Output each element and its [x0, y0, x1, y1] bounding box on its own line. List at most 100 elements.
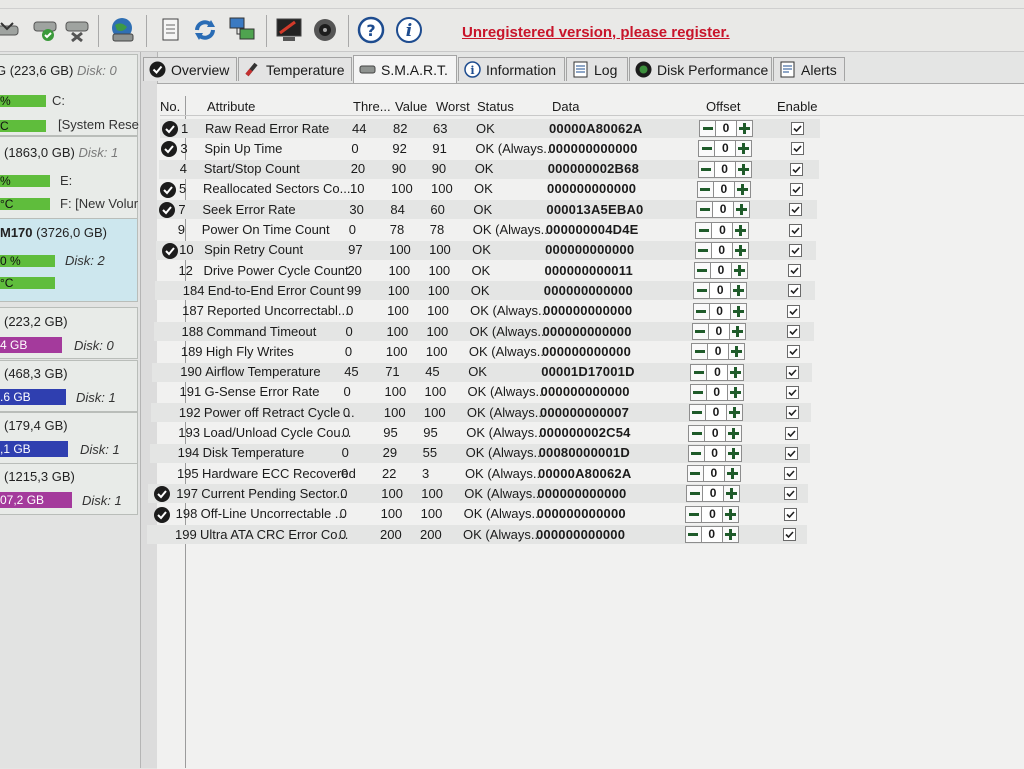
decrement-button[interactable] [698, 140, 716, 158]
enable-checkbox[interactable] [788, 264, 802, 278]
increment-button[interactable] [723, 485, 741, 503]
enable-checkbox[interactable] [790, 142, 804, 156]
decrement-button[interactable] [693, 262, 711, 280]
enable-checkbox[interactable] [785, 385, 799, 399]
offset-stepper[interactable]: 0 [691, 343, 746, 361]
info-icon[interactable]: i [394, 15, 424, 45]
offset-stepper[interactable]: 0 [686, 485, 741, 503]
enable-checkbox[interactable] [784, 446, 798, 460]
increment-button[interactable] [725, 424, 743, 442]
enable-checkbox[interactable] [789, 223, 803, 237]
tab-log[interactable]: Log [566, 57, 628, 81]
decrement-button[interactable] [697, 160, 715, 178]
partition-entry[interactable]: (223,2 GB) 4 GB Disk: 0 [0, 307, 138, 359]
increment-button[interactable] [726, 383, 744, 401]
tab-smart[interactable]: S.M.A.R.T. [353, 55, 457, 83]
increment-button[interactable] [734, 160, 752, 178]
increment-button[interactable] [723, 465, 741, 483]
offset-stepper[interactable]: 0 [693, 262, 748, 280]
enable-checkbox[interactable] [786, 365, 800, 379]
enable-checkbox[interactable] [787, 325, 801, 338]
increment-button[interactable] [735, 140, 753, 158]
decrement-button[interactable] [686, 465, 704, 483]
partition-entry[interactable]: (468,3 GB) .6 GB Disk: 1 [0, 360, 138, 412]
offset-stepper[interactable]: 0 [699, 120, 753, 137]
increment-button[interactable] [728, 323, 746, 340]
offset-stepper[interactable]: 0 [695, 221, 750, 239]
enable-checkbox[interactable] [786, 345, 800, 359]
refresh-icon[interactable] [190, 15, 220, 45]
decrement-button[interactable] [695, 221, 713, 239]
enable-checkbox[interactable] [785, 426, 799, 440]
tab-alerts[interactable]: Alerts [773, 57, 845, 81]
increment-button[interactable] [730, 262, 748, 280]
increment-button[interactable] [730, 282, 748, 300]
enable-checkbox[interactable] [784, 467, 798, 481]
tab-disk-performance[interactable]: Disk Performance [629, 57, 772, 81]
decrement-button[interactable] [684, 526, 702, 543]
enable-checkbox[interactable] [787, 304, 801, 318]
document-icon[interactable] [156, 15, 186, 45]
offset-stepper[interactable]: 0 [696, 180, 751, 198]
decrement-button[interactable] [689, 383, 707, 401]
decrement-button[interactable] [693, 282, 711, 300]
decrement-button[interactable] [687, 444, 705, 462]
col-status[interactable]: Status [477, 99, 514, 114]
col-no[interactable]: No. [160, 99, 180, 114]
monitor-icon[interactable] [274, 15, 304, 45]
register-link[interactable]: Unregistered version, please register. [462, 24, 730, 41]
decrement-button[interactable] [692, 302, 710, 320]
col-worst[interactable]: Worst [436, 99, 470, 114]
speaker-icon[interactable] [310, 15, 340, 45]
offset-stepper[interactable]: 0 [693, 282, 748, 300]
increment-button[interactable] [736, 120, 753, 137]
increment-button[interactable] [729, 302, 747, 320]
enable-checkbox[interactable] [789, 182, 803, 196]
decrement-button[interactable] [685, 505, 703, 523]
globe-disk-icon[interactable] [108, 15, 138, 45]
offset-stepper[interactable]: 0 [697, 160, 752, 178]
disk-entry-2[interactable]: M170 (3726,0 GB) 0 % Disk: 2 °C [0, 218, 138, 302]
enable-checkbox[interactable] [785, 406, 799, 420]
tab-information[interactable]: i Information [458, 57, 565, 81]
decrement-button[interactable] [686, 485, 704, 503]
partition-entry[interactable]: (1215,3 GB) 07,2 GB Disk: 1 [0, 463, 138, 515]
decrement-button[interactable] [699, 120, 716, 137]
increment-button[interactable] [733, 180, 751, 198]
increment-button[interactable] [731, 241, 749, 259]
offset-stepper[interactable]: 0 [686, 465, 741, 483]
increment-button[interactable] [721, 526, 739, 543]
increment-button[interactable] [732, 221, 750, 239]
increment-button[interactable] [722, 505, 740, 523]
offset-stepper[interactable]: 0 [694, 241, 749, 259]
disk-ok-icon[interactable] [30, 15, 60, 45]
decrement-button[interactable] [688, 404, 706, 422]
enable-checkbox[interactable] [789, 203, 803, 217]
enable-checkbox[interactable] [783, 507, 797, 521]
disk-tools-icon[interactable] [62, 15, 92, 45]
offset-stepper[interactable]: 0 [692, 302, 747, 320]
increment-button[interactable] [728, 343, 746, 361]
help-icon[interactable]: ? [356, 15, 386, 45]
offset-stepper[interactable]: 0 [698, 140, 753, 158]
tab-overview[interactable]: Overview [143, 57, 237, 81]
disk-entry-0[interactable]: G (223,6 GB) Disk: 0 % C: C [System Rese [0, 54, 139, 136]
offset-stepper[interactable]: 0 [689, 383, 744, 401]
decrement-button[interactable] [694, 241, 712, 259]
enable-checkbox[interactable] [787, 284, 801, 298]
decrement-button[interactable] [696, 201, 714, 219]
partition-entry[interactable]: (179,4 GB) ,1 GB Disk: 1 [0, 412, 138, 464]
increment-button[interactable] [724, 444, 742, 462]
offset-stepper[interactable]: 0 [696, 201, 751, 219]
offset-stepper[interactable]: 0 [688, 424, 743, 442]
col-attribute[interactable]: Attribute [207, 99, 255, 114]
offset-stepper[interactable]: 0 [687, 444, 742, 462]
col-data[interactable]: Data [552, 99, 579, 114]
network-icon[interactable] [228, 15, 258, 45]
enable-checkbox[interactable] [790, 162, 804, 176]
increment-button[interactable] [727, 363, 745, 381]
enable-checkbox[interactable] [783, 487, 797, 501]
decrement-button[interactable] [691, 323, 709, 340]
col-offset[interactable]: Offset [706, 99, 740, 114]
col-value[interactable]: Value [395, 99, 427, 114]
